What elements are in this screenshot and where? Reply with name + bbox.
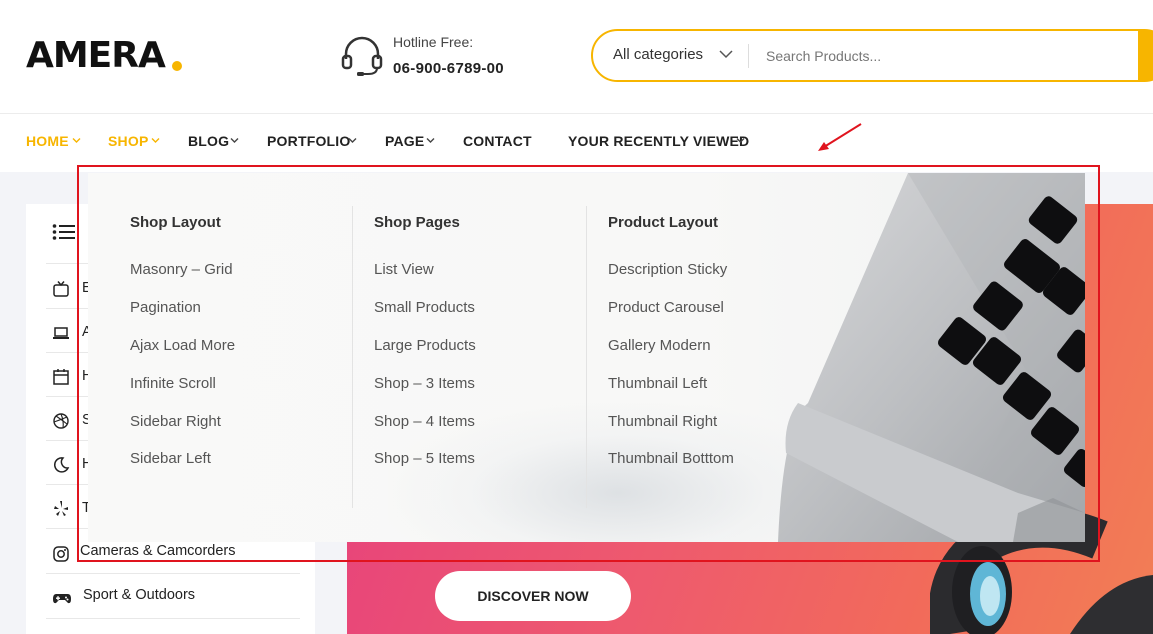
chevron-down-icon [151, 138, 160, 143]
search-divider [748, 44, 749, 68]
nav-item-shop[interactable]: SHOP [108, 133, 148, 149]
tv-icon [53, 281, 69, 297]
nav-item-contact[interactable]: CONTACT [463, 133, 532, 149]
category-select[interactable]: All categories [613, 46, 703, 63]
search-button[interactable] [1138, 31, 1153, 80]
gamepad-icon [53, 594, 71, 604]
instagram-icon [53, 546, 69, 562]
nav-item-blog[interactable]: BLOG [188, 133, 229, 149]
nav-item-page[interactable]: PAGE [385, 133, 424, 149]
annotation-highlight-box [77, 165, 1100, 562]
chevron-down-icon [348, 138, 357, 143]
search-input[interactable] [766, 45, 1126, 67]
sidebar-item-label: Sport & Outdoors [83, 587, 196, 603]
calendar-icon [53, 369, 69, 385]
hotline-label: Hotline Free: [393, 34, 474, 50]
dribbble-icon [53, 413, 69, 429]
headset-icon [341, 36, 383, 76]
annotation-arrow-icon [818, 123, 862, 151]
chevron-down-icon[interactable] [718, 48, 734, 60]
nav-item-recently-viewed[interactable]: YOUR RECENTLY VIEWED [568, 133, 749, 149]
laptop-icon [53, 327, 69, 339]
hotline-number[interactable]: 06-900-6789-00 [393, 60, 504, 77]
chevron-down-icon [72, 138, 81, 143]
discover-now-button[interactable]: DISCOVER NOW [435, 571, 631, 621]
chevron-down-icon [230, 138, 239, 143]
logo-dot [172, 61, 182, 71]
chevron-down-icon [736, 138, 745, 143]
yelp-icon [54, 501, 68, 516]
nav-item-home[interactable]: HOME [26, 133, 69, 149]
site-logo[interactable]: AMERA [26, 36, 166, 76]
moon-icon [53, 457, 70, 473]
chevron-down-icon [426, 138, 435, 143]
nav-item-portfolio[interactable]: PORTFOLIO [267, 133, 350, 149]
header-divider [0, 113, 1153, 114]
